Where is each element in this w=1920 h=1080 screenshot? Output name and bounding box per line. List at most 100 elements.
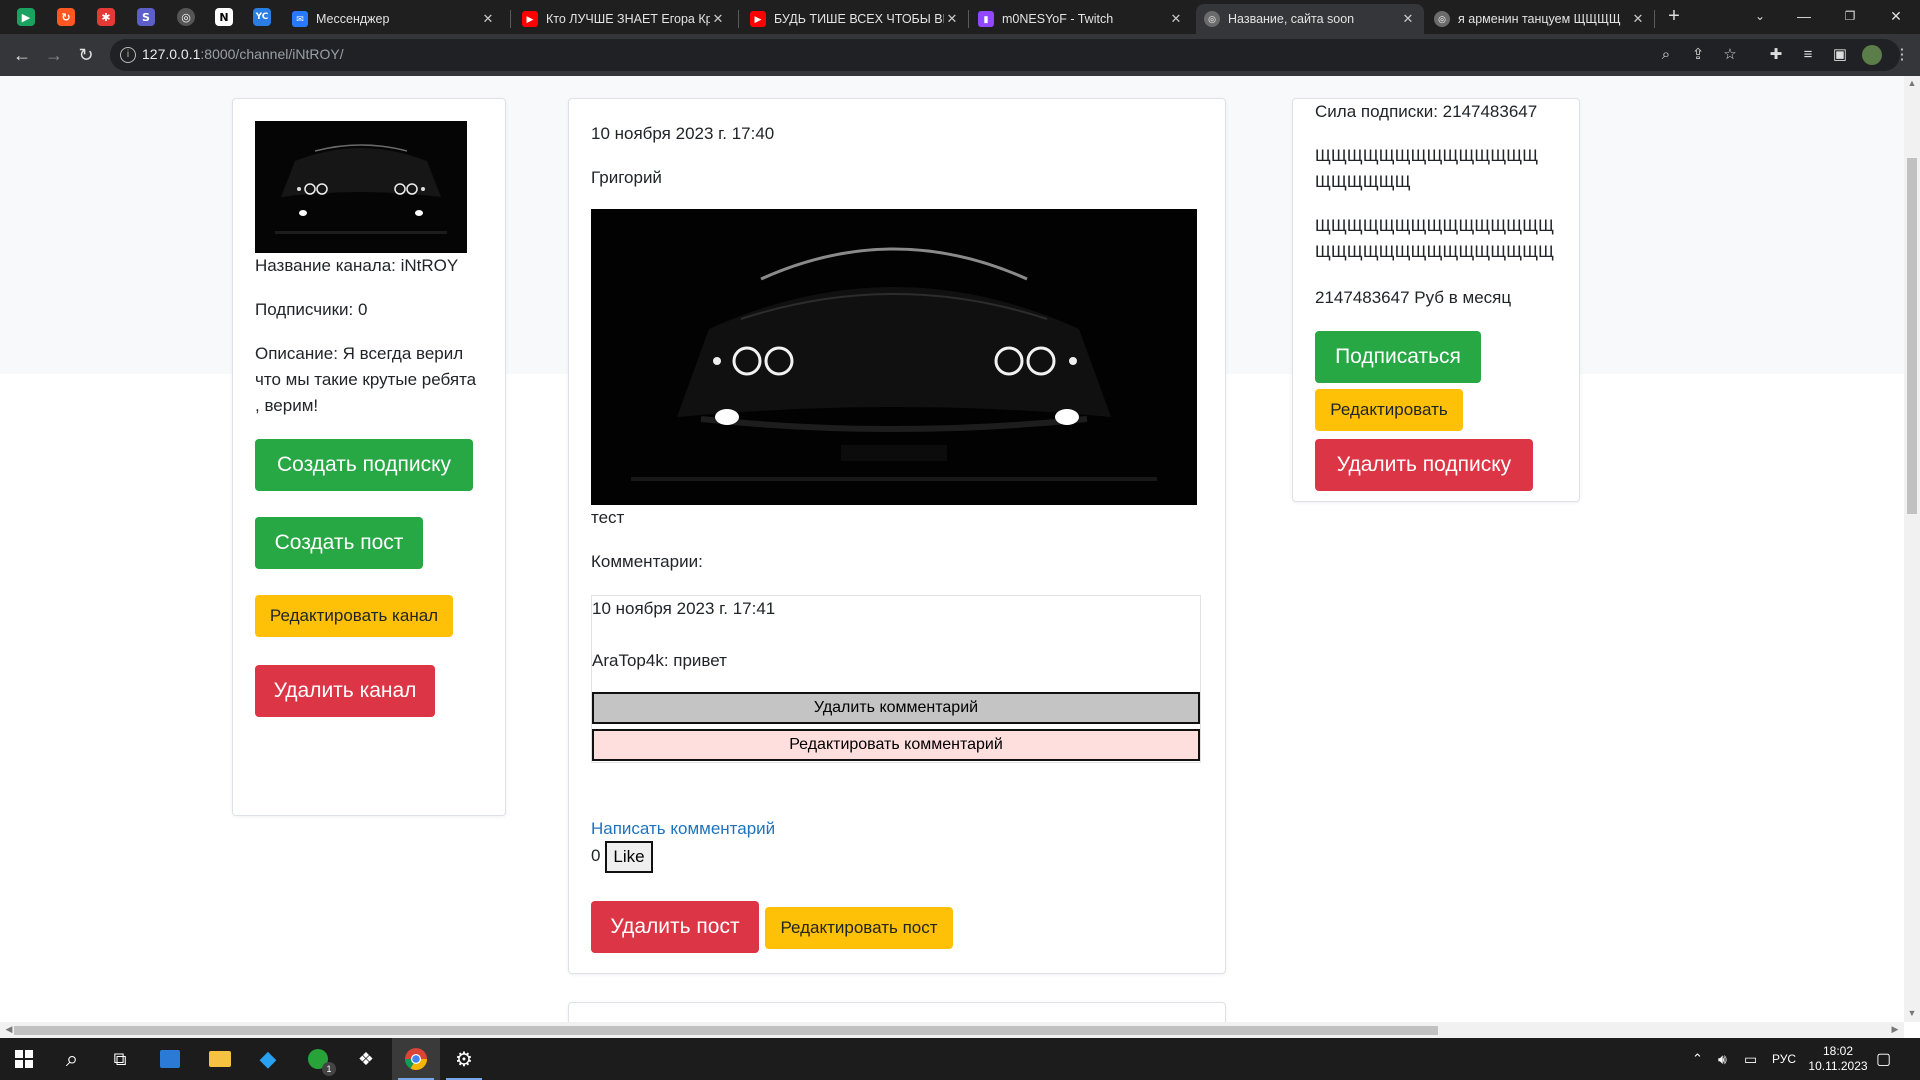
address-bar[interactable]: i 127.0.0.1:8000/channel/iNtROY/ ⌕ ⇪ ☆ ✚… — [110, 39, 1910, 71]
next-post-card — [568, 1002, 1226, 1022]
new-tab-button[interactable]: + — [1654, 4, 1694, 28]
create-post-button[interactable]: Создать пост — [255, 517, 423, 569]
close-icon[interactable]: ✕ — [1400, 11, 1416, 27]
twitch-icon: ▮ — [978, 11, 994, 27]
tab-twitch[interactable]: ▮ m0NESYoF - Twitch ✕ — [970, 4, 1192, 34]
tab-youtube-2[interactable]: ▶ БУДЬ ТИШЕ ВСЕХ ЧТОБЫ ВЫ ✕ — [742, 4, 968, 34]
restore-icon[interactable]: ❐ — [1830, 4, 1870, 28]
tab-title: m0NESYoF - Twitch — [1002, 12, 1114, 26]
vertical-scroll-thumb[interactable] — [1907, 158, 1917, 514]
channel-subscribers: Подписчики: 0 — [255, 300, 368, 319]
close-icon[interactable]: ✕ — [1168, 11, 1184, 27]
delete-comment-button[interactable]: Удалить комментарий — [592, 692, 1200, 724]
file-explorer-icon[interactable] — [196, 1038, 244, 1080]
menu-icon[interactable]: ⋮ — [1892, 45, 1912, 65]
channel-card: Название канала: iNtROY Подписчики: 0 Оп… — [232, 98, 506, 816]
subscription-title: ЩЩЩЩЩЩЩЩЩЩЩЩЩЩЩЩЩЩЩЩ — [1315, 146, 1539, 191]
minimize-icon[interactable]: — — [1784, 4, 1824, 28]
delete-subscription-button[interactable]: Удалить подписку — [1315, 439, 1533, 491]
task-view-icon[interactable]: ⧉ — [96, 1038, 144, 1080]
edit-comment-button[interactable]: Редактировать комментарий — [592, 729, 1200, 761]
chrome-icon[interactable] — [392, 1038, 440, 1080]
tab-title: я арменин танцуем ЩЩЩЩ — [1458, 12, 1621, 26]
s-purple-icon: S — [137, 8, 155, 26]
tray-chevron-icon[interactable]: ⌃ — [1692, 1038, 1703, 1080]
scroll-up-arrow-icon[interactable]: ▲ — [1905, 78, 1919, 88]
pinned-tab-play-store[interactable]: ▶ — [12, 5, 40, 29]
url-text[interactable]: 127.0.0.1:8000/channel/iNtROY/ — [142, 46, 344, 62]
app-diamond-icon[interactable]: ❖ — [342, 1038, 390, 1080]
post-author: Григорий — [591, 168, 662, 187]
tab-title: Название, сайта soon — [1228, 12, 1355, 26]
windows-taskbar: ⌕ ⧉ ◆ 1 ❖ ⚙ ⌃ 🔊︎ ▭ РУС 18:02 10.11.2023 … — [0, 1038, 1920, 1080]
star-red-icon: ✱ — [97, 8, 115, 26]
car-image — [591, 209, 1197, 505]
horizontal-scroll-thumb[interactable] — [14, 1026, 1438, 1035]
create-subscription-button[interactable]: Создать подписку — [255, 439, 473, 491]
like-count: 0 — [591, 846, 601, 865]
subscription-price: 2147483647 Руб в месяц — [1315, 288, 1512, 307]
reload-icon[interactable]: ↻ — [74, 43, 98, 67]
close-icon[interactable]: ✕ — [710, 11, 726, 27]
close-icon[interactable]: ✕ — [480, 11, 496, 27]
tab-messenger[interactable]: ✉ Мессенджер ✕ — [284, 4, 504, 34]
car-image — [255, 121, 467, 253]
reading-list-icon[interactable]: ≡ — [1798, 45, 1818, 65]
globe-icon: ◎ — [177, 8, 195, 26]
post-card: 10 ноября 2023 г. 17:40 Григорий тест Ко… — [568, 98, 1226, 974]
like-button[interactable]: Like — [605, 841, 653, 873]
tab-youtube-1[interactable]: ▶ Кто ЛУЧШЕ ЗНАЕТ Егора Кри ✕ — [514, 4, 734, 34]
tab-search-icon[interactable]: ⌄ — [1740, 4, 1780, 28]
forward-arrow-icon[interactable]: → — [42, 43, 66, 67]
extensions-icon[interactable]: ✚ — [1766, 45, 1786, 65]
edit-subscription-button[interactable]: Редактировать — [1315, 389, 1463, 431]
clock[interactable]: 18:02 10.11.2023 — [1804, 1038, 1872, 1080]
post-image — [591, 209, 1197, 505]
tab-title: БУДЬ ТИШЕ ВСЕХ ЧТОБЫ ВЫ — [774, 12, 944, 26]
close-icon[interactable]: ✕ — [944, 11, 960, 27]
comment-block: 10 ноября 2023 г. 17:41 AraTop4k: привет… — [591, 595, 1201, 763]
search-icon[interactable]: ⌕ — [48, 1038, 96, 1080]
url-host: 127.0.0.1 — [142, 46, 201, 62]
pinned-tab-orange[interactable]: ↻ — [52, 5, 80, 29]
pinned-tab-globe[interactable]: ◎ — [172, 5, 200, 29]
pinned-tab-notion[interactable]: N — [210, 5, 238, 29]
browser-tab-strip: ▶ ↻ ✱ S ◎ N YC ✉ Мессенджер ✕ ▶ Кто ЛУЧШ… — [0, 0, 1920, 34]
subscribe-button[interactable]: Подписаться — [1315, 331, 1481, 383]
info-icon[interactable]: i — [120, 47, 136, 63]
refresh-orange-icon: ↻ — [57, 8, 75, 26]
xbox-icon[interactable]: 1 — [294, 1038, 342, 1080]
back-arrow-icon[interactable]: ← — [10, 43, 34, 67]
network-icon[interactable]: ▭ — [1744, 1038, 1757, 1080]
side-panel-icon[interactable]: ▣ — [1830, 45, 1850, 65]
write-comment-link[interactable]: Написать комментарий — [591, 819, 775, 839]
channel-name: Название канала: iNtROY — [255, 256, 459, 275]
zoom-icon[interactable]: ⌕ — [1656, 45, 1676, 65]
store-icon[interactable] — [146, 1038, 194, 1080]
edit-post-button[interactable]: Редактировать пост — [765, 907, 953, 949]
globe-icon: ◎ — [1434, 11, 1450, 27]
vscode-icon[interactable]: ◆ — [244, 1038, 292, 1080]
language-indicator[interactable]: РУС — [1772, 1038, 1796, 1080]
avatar[interactable] — [1862, 45, 1882, 65]
scroll-down-arrow-icon[interactable]: ▼ — [1905, 1008, 1919, 1018]
delete-post-button[interactable]: Удалить пост — [591, 901, 759, 953]
close-icon[interactable]: ✕ — [1630, 11, 1646, 27]
volume-icon[interactable]: 🔊︎ — [1718, 1038, 1727, 1080]
tab-armenian[interactable]: ◎ я арменин танцуем ЩЩЩЩ ✕ — [1426, 4, 1654, 34]
close-window-icon[interactable]: ✕ — [1876, 4, 1916, 28]
app-gear-icon[interactable]: ⚙ — [440, 1038, 488, 1080]
pinned-tab-star[interactable]: ✱ — [92, 5, 120, 29]
comment-date: 10 ноября 2023 г. 17:41 — [592, 599, 776, 618]
tab-active-site[interactable]: ◎ Название, сайта soon ✕ — [1196, 4, 1424, 34]
pinned-tab-yc[interactable]: YC — [248, 5, 276, 29]
share-icon[interactable]: ⇪ — [1688, 45, 1708, 65]
pinned-tab-s[interactable]: S — [132, 5, 160, 29]
delete-channel-button[interactable]: Удалить канал — [255, 665, 435, 717]
notifications-icon[interactable]: ▢ — [1876, 1038, 1891, 1080]
edit-channel-button[interactable]: Редактировать канал — [255, 595, 453, 637]
scroll-right-arrow-icon[interactable]: ▶ — [1888, 1024, 1902, 1035]
bookmark-star-icon[interactable]: ☆ — [1720, 45, 1740, 65]
windows-start-icon[interactable] — [0, 1038, 48, 1080]
notion-icon: N — [215, 8, 233, 26]
